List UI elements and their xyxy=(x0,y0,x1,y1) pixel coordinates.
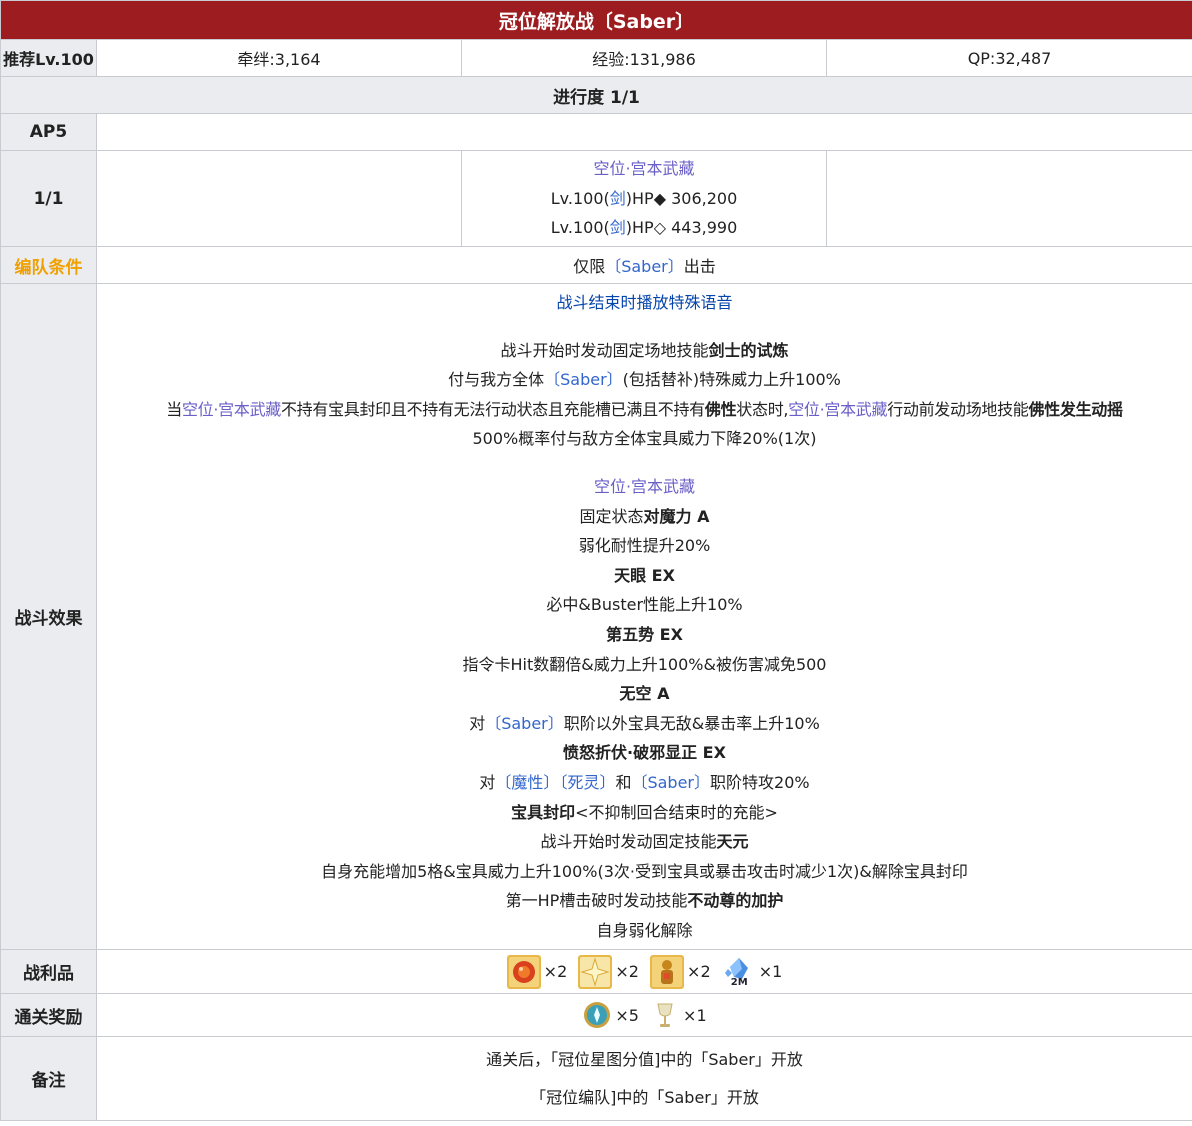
fudo-desc: 自身弱化解除 xyxy=(596,920,693,940)
skill-mukuu: 无空 A xyxy=(619,684,670,704)
skill-magic-resistance: 固定状态对魔力 A xyxy=(579,506,710,526)
blue-crystal-icon: 2M xyxy=(722,955,756,989)
drop-item[interactable]: ×2 xyxy=(578,954,639,989)
recommended-level: 推荐Lv.100 xyxy=(0,39,97,77)
special-voice-note: 战斗结束时播放特殊语音 xyxy=(556,293,733,312)
formation-label: 编队条件 xyxy=(0,246,97,284)
class-saber-link[interactable]: 〔Saber〕 xyxy=(631,773,710,792)
effects-label: 战斗效果 xyxy=(0,282,97,951)
skill-fifth-force: 第五势 EX xyxy=(606,624,683,644)
field-skill-effect: 付与我方全体〔Saber〕(包括替补)特殊威力上升100% xyxy=(448,370,841,390)
enemy-name-link[interactable]: 空位·宫本武藏 xyxy=(788,400,887,419)
gold-star-icon xyxy=(578,954,613,989)
drop-item[interactable]: ×2 xyxy=(506,954,567,989)
class-saber-link[interactable]: 〔Saber〕 xyxy=(544,370,623,389)
field-skill-line: 战斗开始时发动固定场地技能剑士的试炼 xyxy=(500,340,789,360)
trait-undead-link[interactable]: 〔死灵〕 xyxy=(559,773,615,792)
note-line: 通关后，「冠位星图分值]中的「Saber」开放 xyxy=(486,1049,803,1069)
crystal-tag: 2M xyxy=(730,976,748,988)
skill-wrath: 愤怒折伏·破邪显正 EX xyxy=(563,743,726,763)
ap-empty xyxy=(96,113,1192,151)
wave-empty-left xyxy=(96,150,462,247)
tengen-line: 战斗开始时发动固定技能天元 xyxy=(540,832,749,852)
skill-heavenly-eye: 天眼 EX xyxy=(614,565,675,585)
rewards-list: ×5 ×1 xyxy=(96,993,1192,1038)
skill-fifth-force-desc: 指令卡Hit数翻倍&威力上升100%&被伤害减免500 xyxy=(462,654,827,674)
exp-value: 经验:131,986 xyxy=(461,39,827,77)
drops-label: 战利品 xyxy=(0,949,97,995)
enemy-info: 空位·宫本武藏 Lv.100(剑)HP◆ 306,200 Lv.100(剑)HP… xyxy=(461,150,827,247)
class-saber-link[interactable]: 〔Saber〕 xyxy=(485,714,564,733)
enemy-name-link[interactable]: 空位·宫本武藏 xyxy=(462,154,826,184)
reward-item[interactable]: ×1 xyxy=(650,1000,707,1030)
trait-demonic-link[interactable]: 〔魔性〕 xyxy=(495,773,559,792)
formation-condition: 仅限〔Saber〕出击 xyxy=(96,246,1192,284)
enemy-name-link[interactable]: 空位·宫本武藏 xyxy=(97,472,1192,502)
fudo-line: 第一HP槽击破时发动技能不动尊的加护 xyxy=(505,891,784,911)
rewards-label: 通关奖励 xyxy=(0,993,97,1038)
bond-value: 牵绊:3,164 xyxy=(96,39,462,77)
drop-item[interactable]: 2M ×1 xyxy=(722,955,782,989)
class-saber-link[interactable]: 〔Saber〕 xyxy=(605,257,684,276)
enemy-hp-2: Lv.100(剑)HP◇ 443,990 xyxy=(550,218,738,238)
tengen-desc: 自身充能增加5格&宝具威力上升100%(3次·受到宝具或暴击攻击时减少1次)&解… xyxy=(321,861,968,881)
holy-grail-icon xyxy=(650,1000,680,1030)
effects-content: 战斗结束时播放特殊语音 战斗开始时发动固定场地技能剑士的试炼 付与我方全体〔Sa… xyxy=(96,282,1192,951)
wave-empty-right xyxy=(826,150,1192,247)
reward-item[interactable]: ×5 xyxy=(582,1000,639,1030)
skill-mukuu-desc: 对〔Saber〕职阶以外宝具无敌&暴击率上升10% xyxy=(469,713,820,733)
ap-cost: AP5 xyxy=(0,113,97,151)
skill-heavenly-eye-desc: 必中&Buster性能上升10% xyxy=(546,595,743,615)
quest-title: 冠位解放战〔Saber〕 xyxy=(0,0,1192,40)
drops-list: ×2 ×2 ×2 2M ×1 xyxy=(96,949,1192,995)
red-gem-icon xyxy=(506,954,541,989)
skill-wrath-desc: 对〔魔性〕〔死灵〕和〔Saber〕职阶特攻20% xyxy=(479,772,810,792)
drop-item[interactable]: ×2 xyxy=(650,954,711,989)
saint-quartz-icon xyxy=(582,1000,612,1030)
progress-header: 进行度 1/1 xyxy=(0,76,1192,114)
buddha-condition: 当空位·宫本武藏不持有宝具封印且不持有无法行动状态且充能槽已满且不持有佛性状态时… xyxy=(166,399,1123,419)
notes-content: 通关后，「冠位星图分值]中的「Saber」开放 「冠位编队]中的「Saber」开… xyxy=(96,1036,1192,1122)
note-line: 「冠位编队]中的「Saber」开放 xyxy=(530,1087,759,1107)
wave-label: 1/1 xyxy=(0,150,97,247)
gold-statue-icon xyxy=(650,954,685,989)
notes-label: 备注 xyxy=(0,1036,97,1122)
class-saber-link[interactable]: 剑 xyxy=(610,189,626,208)
np-seal-line: 宝具封印<不抑制回合结束时的充能> xyxy=(511,802,778,822)
class-saber-link[interactable]: 剑 xyxy=(610,218,626,237)
enemy-hp-1: Lv.100(剑)HP◆ 306,200 xyxy=(550,188,738,208)
skill-magic-resistance-desc: 弱化耐性提升20% xyxy=(578,536,711,556)
buddha-effect: 500%概率付与敌方全体宝具威力下降20%(1次) xyxy=(472,429,817,449)
qp-value: QP:32,487 xyxy=(826,39,1192,77)
quest-table: 冠位解放战〔Saber〕 推荐Lv.100 牵绊:3,164 经验:131,98… xyxy=(0,0,1192,1122)
enemy-name-link[interactable]: 空位·宫本武藏 xyxy=(182,400,281,419)
